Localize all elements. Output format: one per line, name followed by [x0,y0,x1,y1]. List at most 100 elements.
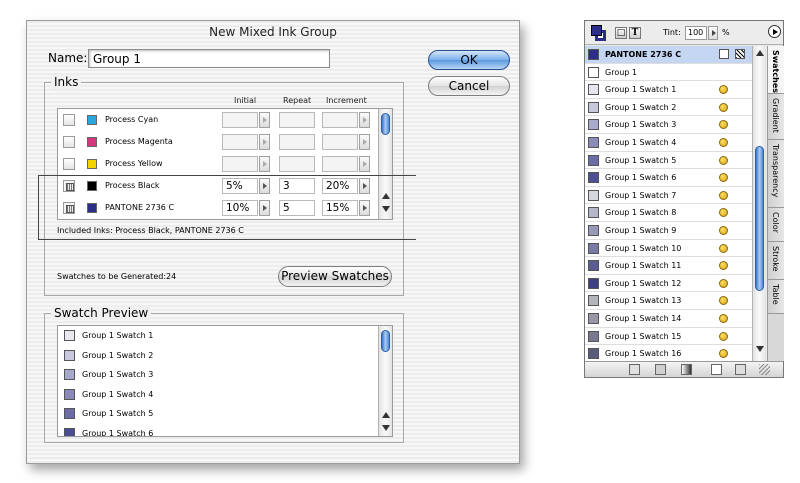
swatch-row[interactable]: Group 1 Swatch 13 [585,292,752,310]
increment-field[interactable] [322,112,358,128]
inks-scrollbar[interactable] [378,109,392,219]
initial-stepper[interactable] [259,112,270,128]
scroll-up-arrow-icon[interactable] [382,193,390,199]
tab-gradient[interactable]: Gradient [768,94,784,140]
show-color-swatches-icon[interactable] [655,364,666,375]
swatch-row[interactable]: Group 1 Swatch 8 [585,204,752,222]
swatch-row[interactable]: Group 1 Swatch 6 [585,169,752,187]
repeat-field[interactable] [279,134,315,150]
swatch-row[interactable]: Group 1 Swatch 9 [585,222,752,240]
swatch-row[interactable]: Group 1 Swatch 7 [585,187,752,205]
ink-checkbox[interactable] [63,136,75,148]
swatch-row[interactable]: Group 1 Swatch 2 [585,99,752,117]
delete-swatch-icon[interactable] [735,364,746,375]
swatches-scrollbar[interactable] [752,46,766,361]
mixed-ink-icon [719,138,728,147]
mixed-ink-icon [719,173,728,183]
name-input[interactable] [88,49,330,68]
inks-scroll-thumb[interactable] [381,113,390,135]
initial-stepper[interactable] [259,134,270,150]
repeat-field[interactable]: 3 [279,178,315,194]
preview-scroll-thumb[interactable] [381,330,390,352]
initial-field[interactable]: 10% [222,200,258,216]
ink-checkbox[interactable] [63,114,75,126]
initial-field[interactable]: 5% [222,178,258,194]
swatch-row[interactable]: Group 1 Swatch 11 [585,257,752,275]
tint-input[interactable]: 100 [685,26,707,40]
show-gradient-swatches-icon[interactable] [681,364,692,375]
scroll-up-arrow-icon[interactable] [382,412,390,418]
ink-color-swatch [87,137,97,147]
repeat-field[interactable] [279,156,315,172]
increment-stepper[interactable] [359,178,370,194]
cancel-button[interactable]: Cancel [428,76,510,96]
ink-checkbox[interactable] [63,158,75,170]
swatch-chip [588,242,599,254]
initial-field[interactable] [222,112,258,128]
mixed-ink-icon [719,190,728,200]
tab-stroke[interactable]: Stroke [768,242,784,280]
container-format-icon[interactable]: □ [615,27,627,39]
preview-swatch-chip [64,369,75,380]
initial-field[interactable] [222,156,258,172]
initial-stepper[interactable] [259,178,270,194]
preview-swatch-name: Group 1 Swatch 2 [82,350,154,360]
ink-checkbox[interactable] [63,180,75,192]
tab-transparency[interactable]: Transparency [768,140,784,208]
swatch-row[interactable]: Group 1 Swatch 10 [585,240,752,258]
initial-field[interactable] [222,134,258,150]
new-swatch-icon[interactable] [711,364,722,375]
show-all-swatches-icon[interactable] [629,364,640,375]
fill-swatch-icon[interactable] [591,25,602,36]
swatch-row[interactable]: Group 1 Swatch 4 [585,134,752,152]
repeat-field[interactable]: 5 [279,200,315,216]
increment-stepper[interactable] [359,200,370,216]
scroll-down-arrow-icon[interactable] [382,206,390,212]
swatch-chip [588,277,599,289]
increment-field[interactable] [322,156,358,172]
tab-color[interactable]: Color [768,208,784,242]
swatch-row-group[interactable]: Group 1 [585,64,752,82]
text-format-icon[interactable]: T [629,27,641,39]
initial-stepper[interactable] [259,156,270,172]
swatch-row[interactable]: Group 1 Swatch 15 [585,328,752,346]
preview-swatches-button[interactable]: Preview Swatches [278,266,392,287]
ok-button[interactable]: OK [428,50,510,70]
swatch-row[interactable]: Group 1 Swatch 12 [585,275,752,293]
mixed-ink-icon [719,85,728,95]
increment-stepper[interactable] [359,156,370,172]
increment-field[interactable] [322,134,358,150]
swatch-row[interactable]: Group 1 Swatch 5 [585,152,752,170]
swatch-preview-list: Group 1 Swatch 1 Group 1 Swatch 2 Group … [57,325,393,437]
resize-grip-icon[interactable] [759,364,770,375]
swatch-row-pantone[interactable]: PANTONE 2736 C [585,46,752,64]
increment-stepper[interactable] [359,112,370,128]
preview-swatch-chip [64,388,75,400]
tint-stepper[interactable] [708,26,718,40]
preview-swatch-row: Group 1 Swatch 1 [58,326,378,346]
ink-row-process-yellow: Process Yellow [58,153,378,175]
swatch-row[interactable]: Group 1 Swatch 16 [585,345,752,361]
repeat-field[interactable] [279,112,315,128]
increment-field[interactable]: 15% [322,200,358,216]
ink-checkbox[interactable] [63,202,75,214]
swatches-scroll-thumb[interactable] [755,146,764,291]
swatch-row[interactable]: Group 1 Swatch 3 [585,116,752,134]
preview-scrollbar[interactable] [378,326,392,436]
increment-stepper[interactable] [359,134,370,150]
scroll-down-arrow-icon[interactable] [756,346,764,352]
scroll-down-arrow-icon[interactable] [382,425,390,431]
mixed-ink-icon [719,261,728,271]
increment-field[interactable]: 20% [322,178,358,194]
swatch-chip [588,137,599,148]
swatch-row[interactable]: Group 1 Swatch 14 [585,310,752,328]
preview-swatch-name: Group 1 Swatch 5 [82,409,154,418]
tab-table[interactable]: Table [768,280,784,314]
swatch-row[interactable]: Group 1 Swatch 1 [585,81,752,99]
scroll-up-arrow-icon[interactable] [756,50,764,56]
initial-stepper[interactable] [259,200,270,216]
name-label: Name: [48,51,88,65]
panel-menu-icon[interactable] [768,25,781,38]
tab-swatches[interactable]: Swatches [768,46,784,94]
ink-color-swatch [87,115,97,125]
